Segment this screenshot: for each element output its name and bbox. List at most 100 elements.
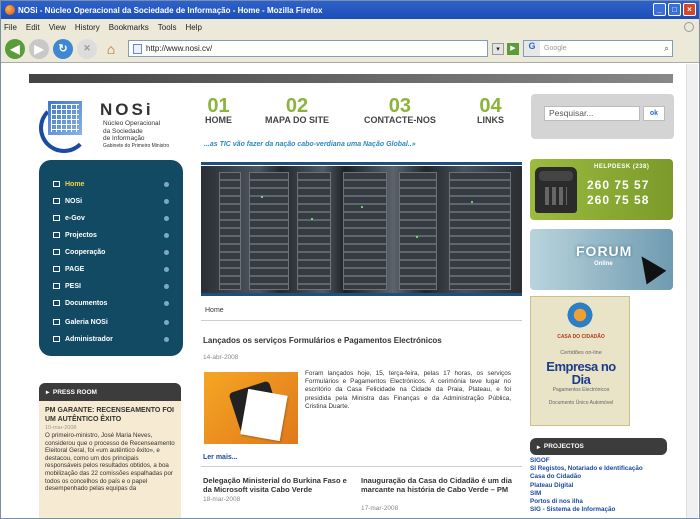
sidebar-item-home[interactable]: Home [53, 178, 169, 190]
forum-subtitle: Online [594, 261, 613, 267]
project-link[interactable]: Plateau Digital [530, 482, 680, 490]
throbber-icon [684, 22, 694, 32]
firefox-icon [5, 5, 15, 15]
web-page: NOSi Núcleo Operacional da Sociedade de … [1, 64, 687, 518]
forum-title: FORUM [576, 243, 633, 259]
maximize-button[interactable]: □ [668, 3, 681, 16]
url-bar[interactable]: http://www.nosi.cv/ [128, 40, 488, 57]
menu-edit[interactable]: Edit [26, 23, 40, 32]
project-link[interactable]: SI Registos, Notariado e Identificação [530, 465, 680, 473]
sidebar-item-documentos[interactable]: Documentos [53, 297, 169, 309]
title-bar: NOSi - Núcleo Operacional da Sociedade d… [1, 1, 699, 19]
news-title-1[interactable]: Delegação Ministerial do Burkina Faso e … [203, 476, 353, 494]
site-search: Pesquisar... ok [531, 94, 674, 139]
project-link[interactable]: Portos di nos ilha [530, 498, 680, 506]
google-icon[interactable]: G [524, 41, 540, 56]
menu-view[interactable]: View [49, 23, 66, 32]
browser-search-field[interactable]: G Google ⌕ [523, 40, 673, 57]
project-link[interactable]: SIM [530, 490, 680, 498]
article-text: Foram lançados hoje, 15, terça-feira, pe… [305, 370, 511, 410]
reload-icon[interactable]: ↻ [53, 38, 73, 59]
menu-file[interactable]: File [4, 23, 17, 32]
sidebar-item-administrador[interactable]: Administrador [53, 333, 169, 345]
menu-bookmarks[interactable]: Bookmarks [109, 23, 149, 32]
sidebar-item-nosi[interactable]: NOSi [53, 195, 169, 207]
go-icon[interactable]: ▶ [507, 42, 519, 55]
helpdesk-title: HELPDESK (238) [594, 164, 650, 170]
casa-pagamentos: Pagamentos Electrónicos [552, 387, 610, 393]
divider [201, 320, 522, 321]
breadcrumb[interactable]: Home [205, 307, 224, 314]
news-date-1: 18-mar-2008 [203, 496, 241, 503]
read-more-link[interactable]: Ler mais... [203, 454, 238, 461]
article-image [204, 372, 298, 444]
stop-icon[interactable]: ✕ [77, 38, 97, 59]
window-title: NOSi - Núcleo Operacional da Sociedade d… [18, 5, 323, 15]
url-buttons: ▾ ▶ [492, 42, 519, 55]
news-date-2: 17-mar-2008 [361, 505, 399, 512]
helpdesk-number-1: 260 75 57 [587, 178, 650, 192]
projects-header: ▸ PROJECTOS [530, 438, 667, 455]
article-title[interactable]: Lançados os serviços Formulários e Pagam… [203, 336, 442, 345]
sidebar-menu: Home NOSi e-Gov Projectos Cooperação PAG… [39, 160, 183, 356]
search-icon[interactable]: ⌕ [664, 43, 669, 54]
nav-home[interactable]: 01 HOME [205, 96, 232, 125]
press-date: 10-mar-2008 [45, 425, 77, 431]
cursor-icon [631, 249, 667, 285]
window-controls: _ □ × [653, 3, 696, 16]
sidebar-item-pesi[interactable]: PESI [53, 280, 169, 292]
casa-logo-icon [565, 301, 595, 329]
sidebar-item-page[interactable]: PAGE [53, 263, 169, 275]
browser-search-placeholder: Google [544, 45, 567, 52]
page-icon [133, 43, 142, 54]
casa-do-cidadao-banner[interactable]: CASA DO CIDADÃO Certidões on-line Empres… [530, 296, 630, 426]
brand-name: NOSi [100, 100, 154, 119]
project-link[interactable]: SIG - Sistema de Informação [530, 506, 680, 514]
forum-banner[interactable]: FORUM Online [530, 229, 673, 290]
nav-sitemap[interactable]: 02 MAPA DO SITE [265, 96, 329, 125]
brand-subtitle: Núcleo Operacional da Sociedade de Infor… [103, 120, 170, 149]
browser-window: NOSi - Núcleo Operacional da Sociedade d… [0, 0, 700, 519]
press-room-header: ▸ PRESS ROOM [39, 383, 181, 401]
nav-contact[interactable]: 03 CONTACTE-NOS [364, 96, 436, 125]
press-room-box: PM GARANTE: RECENSEAMENTO FOI UM AUTÊNTI… [39, 401, 181, 518]
nav-links[interactable]: 04 LINKS [477, 96, 504, 125]
menu-bar: File Edit View History Bookmarks Tools H… [1, 19, 699, 35]
press-title[interactable]: PM GARANTE: RECENSEAMENTO FOI UM AUTÊNTI… [45, 407, 175, 424]
url-text: http://www.nosi.cv/ [146, 44, 213, 53]
project-link[interactable]: Casa do Cidadão [530, 473, 680, 481]
minimize-button[interactable]: _ [653, 3, 666, 16]
hero-image-server-room [201, 166, 522, 293]
menu-help[interactable]: Help [185, 23, 201, 32]
helpdesk-banner[interactable]: HELPDESK (238) 260 75 57 260 75 58 [530, 159, 673, 220]
press-text: O primeiro-ministro, José Maria Neves, c… [45, 432, 175, 493]
menu-history[interactable]: History [75, 23, 100, 32]
sidebar-item-galeria[interactable]: Galeria NOSi [53, 316, 169, 328]
forward-icon[interactable]: ▶ [29, 38, 49, 59]
casa-documento: Documento Único Automóvel [548, 400, 614, 406]
sidebar-item-cooperacao[interactable]: Cooperação [53, 246, 169, 258]
telephone-icon [535, 167, 577, 213]
back-icon[interactable]: ◀ [5, 38, 25, 59]
project-link[interactable]: SIGOF [530, 457, 680, 465]
sidebar-item-egov[interactable]: e-Gov [53, 212, 169, 224]
site-search-button[interactable]: ok [643, 106, 665, 121]
menu-tools[interactable]: Tools [158, 23, 177, 32]
dropdown-icon[interactable]: ▾ [492, 42, 504, 55]
casa-title: CASA DO CIDADÃO [557, 334, 605, 340]
helpdesk-number-2: 260 75 58 [587, 193, 650, 207]
top-decor-bar [29, 74, 673, 83]
close-button[interactable]: × [683, 3, 696, 16]
tagline: ...as TIC vão fazer da nação cabo-verdia… [204, 141, 416, 148]
casa-empresa: Empresa no Dia [546, 359, 616, 387]
vertical-scrollbar[interactable] [686, 64, 698, 518]
divider [201, 162, 522, 165]
divider [201, 293, 522, 296]
home-icon[interactable]: ⌂ [101, 39, 121, 59]
article-date: 14-abr-2008 [203, 354, 239, 361]
news-title-2[interactable]: Inauguração da Casa do Cidadão é um dia … [361, 476, 513, 494]
site-search-input[interactable]: Pesquisar... [544, 106, 640, 121]
nosi-logo [39, 97, 101, 153]
divider [201, 466, 522, 467]
sidebar-item-projectos[interactable]: Projectos [53, 229, 169, 241]
